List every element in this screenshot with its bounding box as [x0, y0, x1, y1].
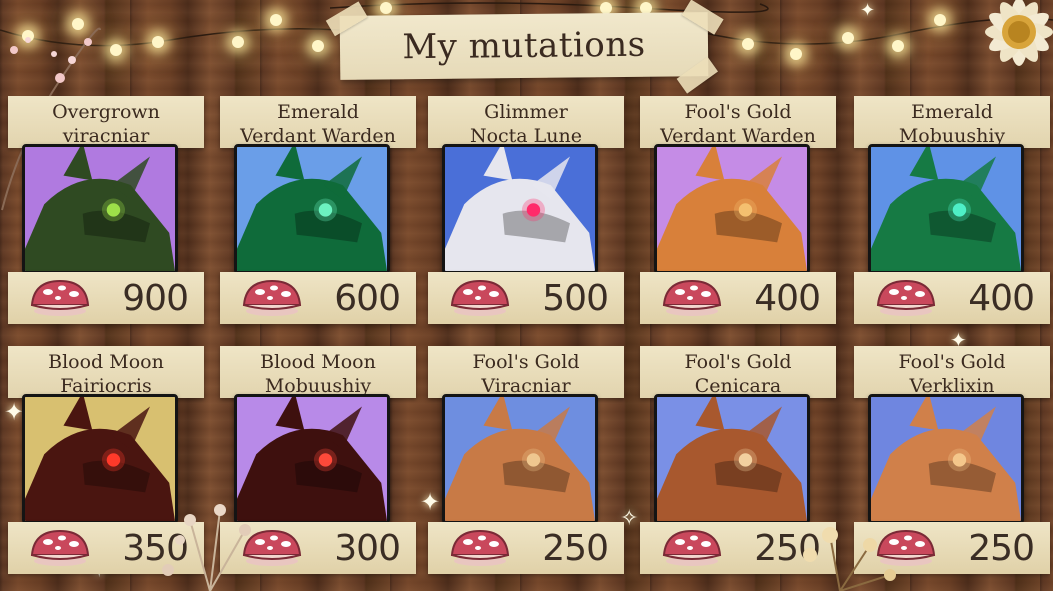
- light-bulb: [110, 44, 122, 56]
- tape-decoration: [676, 56, 719, 94]
- mutation-name-line1: Fool's Gold: [684, 100, 792, 123]
- mutation-name-label: Emerald Mobuushiy: [854, 96, 1050, 148]
- mutation-price-tag: 400: [854, 272, 1050, 324]
- dried-flower-decoration: [162, 504, 251, 591]
- mutation-name-line1: Blood Moon: [260, 350, 376, 373]
- mushroom-icon: [30, 529, 90, 566]
- mushroom-icon: [876, 279, 936, 316]
- mutation-art-frame: [654, 144, 810, 274]
- price-value: 250: [968, 527, 1035, 569]
- mushroom-icon: [30, 279, 90, 316]
- price-value: 250: [542, 527, 609, 569]
- price-value: 900: [122, 277, 189, 319]
- mutation-price-tag: 400: [640, 272, 836, 324]
- mutation-name-label: Glimmer Nocta Lune: [428, 96, 624, 148]
- mutation-price-tag: 900: [8, 272, 204, 324]
- mutation-name-line1: Glimmer: [484, 100, 568, 123]
- mutation-name-line1: Blood Moon: [48, 350, 164, 373]
- light-bulb: [742, 38, 754, 50]
- mutation-art-frame: [442, 394, 598, 524]
- mutation-art-frame: [868, 394, 1024, 524]
- price-value: 600: [334, 277, 401, 319]
- light-bulb: [380, 2, 392, 14]
- mutation-name-line1: Fool's Gold: [684, 350, 792, 373]
- mutation-name-label: Fool's Gold Cenicara: [640, 346, 836, 398]
- creature-image: [445, 397, 595, 521]
- light-bulb: [312, 40, 324, 52]
- mutation-name-line1: Fool's Gold: [472, 350, 580, 373]
- light-bulb: [842, 32, 854, 44]
- mutation-name-line1: Emerald: [277, 100, 359, 123]
- mutation-card[interactable]: Overgrown viracniar 900: [8, 96, 204, 324]
- mutation-card[interactable]: Glimmer Nocta Lune 500: [428, 96, 624, 324]
- light-bulb: [270, 14, 282, 26]
- mutation-name-label: Fool's Gold Verklixin: [854, 346, 1050, 398]
- mutation-name-label: Fool's Gold Viracniar: [428, 346, 624, 398]
- page-title: My mutations: [402, 24, 646, 68]
- price-value: 400: [754, 277, 821, 319]
- creature-image: [871, 397, 1021, 521]
- light-bulb: [232, 36, 244, 48]
- mutation-card[interactable]: Emerald Verdant Warden 600: [220, 96, 416, 324]
- title-banner: My mutations: [325, 0, 724, 94]
- mutation-art-frame: [22, 144, 178, 274]
- mutation-name-line1: Emerald: [911, 100, 993, 123]
- daisy-flower-decoration: [985, 0, 1053, 66]
- mutation-price-tag: 250: [428, 522, 624, 574]
- mutation-art-frame: [442, 144, 598, 274]
- creature-image: [657, 397, 807, 521]
- mutation-name-label: Emerald Verdant Warden: [220, 96, 416, 148]
- mushroom-icon: [662, 529, 722, 566]
- mutation-card[interactable]: Fool's Gold Verdant Warden 400: [640, 96, 836, 324]
- mushroom-icon: [242, 279, 302, 316]
- creature-image: [871, 147, 1021, 271]
- mutation-price-tag: 500: [428, 272, 624, 324]
- light-bulb: [790, 48, 802, 60]
- mushroom-icon: [450, 529, 510, 566]
- mutation-name-line1: Fool's Gold: [898, 350, 1006, 373]
- light-bulb: [934, 14, 946, 26]
- dried-flower-decoration: [803, 527, 896, 591]
- mutation-card[interactable]: Emerald Mobuushiy 400: [854, 96, 1050, 324]
- mutation-name-label: Blood Moon Fairiocris: [8, 346, 204, 398]
- mutation-name-label: Fool's Gold Verdant Warden: [640, 96, 836, 148]
- price-value: 500: [542, 277, 609, 319]
- price-value: 400: [968, 277, 1035, 319]
- mutation-name-line1: Overgrown: [52, 100, 160, 123]
- mutation-art-frame: [234, 144, 390, 274]
- mutation-art-frame: [868, 144, 1024, 274]
- price-value: 300: [334, 527, 401, 569]
- mutation-name-label: Overgrown viracniar: [8, 96, 204, 148]
- mutation-price-tag: 600: [220, 272, 416, 324]
- light-bulb: [892, 40, 904, 52]
- mutation-card[interactable]: Fool's Gold Viracniar 250: [428, 346, 624, 574]
- creature-image: [657, 147, 807, 271]
- mushroom-icon: [450, 279, 510, 316]
- light-bulb: [152, 36, 164, 48]
- mutation-art-frame: [654, 394, 810, 524]
- mutation-name-label: Blood Moon Mobuushiy: [220, 346, 416, 398]
- creature-image: [445, 147, 595, 271]
- creature-image: [25, 147, 175, 271]
- creature-image: [237, 147, 387, 271]
- mushroom-icon: [662, 279, 722, 316]
- sparkle-icon: ✦: [860, 0, 876, 21]
